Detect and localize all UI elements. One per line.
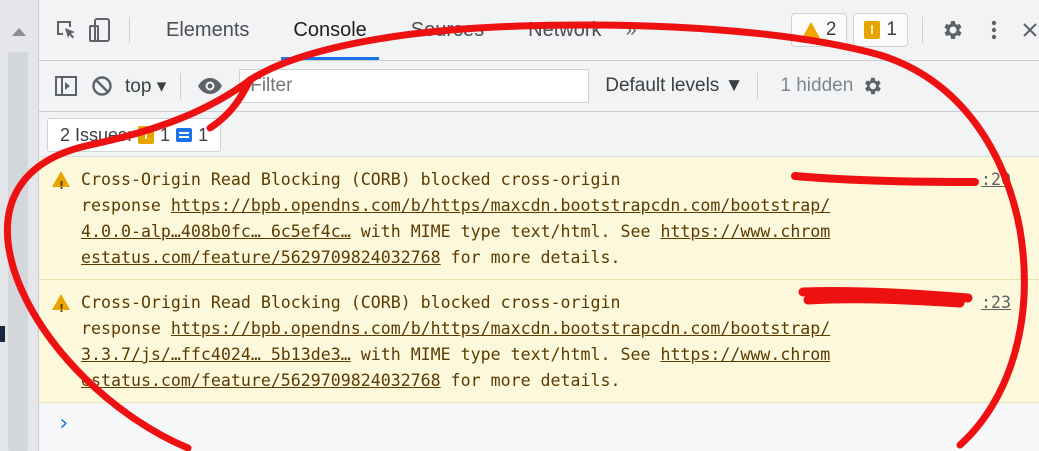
warning-icon [52,294,70,322]
filter-input[interactable] [239,69,590,103]
console-prompt[interactable]: › [39,403,1039,444]
issues-info-count: 1 [198,124,209,145]
toolbar-separator [757,73,759,99]
issue-flag-icon [864,21,881,39]
message-text: response [81,319,171,338]
tab-sources[interactable]: Sources [389,0,506,60]
line-marker [0,326,5,342]
more-options-icon[interactable] [979,15,1009,45]
more-tabs-icon[interactable]: » [626,19,637,42]
message-text: for more details. [440,371,621,390]
console-warning-message: :20 Cross-Origin Read Blocking (CORB) bl… [39,157,1039,280]
issues-count: 1 [886,19,897,40]
issues-label: 2 Issues: [60,124,133,145]
warnings-count: 2 [825,19,837,40]
settings-gear-icon[interactable] [937,15,967,45]
info-message-icon [176,128,193,142]
context-selector[interactable]: top ▾ [125,75,166,98]
issue-flag-icon [138,126,155,144]
tab-network[interactable]: Network [506,0,623,60]
message-text: response [81,196,171,215]
toolbar-separator [129,17,130,43]
warnings-counter[interactable]: 2 [790,13,848,47]
blocked-url-link[interactable]: https://bpb.opendns.com/b/https/maxcdn.b… [171,196,830,215]
devtools-panel: Elements Console Sources Network » 2 1 t… [39,0,1039,451]
devtools-tabbar: Elements Console Sources Network » 2 1 [39,0,1039,61]
message-text: for more details. [440,248,621,267]
scroll-up-arrow-icon[interactable] [12,28,26,36]
issues-counter[interactable]: 1 [853,13,908,47]
toolbar-separator [180,73,182,99]
blocked-url-link-cont[interactable]: 4.0.0-alp…408b0fc… 6c5ef4c… [81,222,351,241]
editor-scrollbar[interactable] [0,0,39,451]
console-toolbar: top ▾ Default levels ▼ 1 hidden [39,61,1039,112]
message-text: with MIME type text/html. See [350,222,661,241]
scrollbar-thumb[interactable] [8,52,28,451]
blocked-url-link[interactable]: https://bpb.opendns.com/b/https/maxcdn.b… [171,319,830,338]
console-settings-gear-icon[interactable] [857,71,887,101]
clear-console-icon[interactable] [87,71,117,101]
close-icon[interactable] [1015,15,1039,45]
sidebar-toggle-icon[interactable] [51,71,81,101]
blocked-url-link-cont[interactable]: 3.3.7/js/…ffc4024… 5b13de3… [81,345,351,364]
issues-chip[interactable]: 2 Issues: 1 1 [47,118,222,152]
toolbar-separator [922,17,923,43]
chromestatus-link[interactable]: https://www.chrom [660,345,830,364]
message-source-link[interactable]: :23 [981,290,1011,316]
chromestatus-link-cont[interactable]: estatus.com/feature/5629709824032768 [81,248,441,267]
tab-elements[interactable]: Elements [144,0,271,60]
tab-console[interactable]: Console [271,0,388,60]
hidden-messages-count: 1 hidden [780,75,854,96]
message-text: Cross-Origin Read Blocking (CORB) blocke… [81,170,621,189]
message-text: with MIME type text/html. See [350,345,661,364]
chromestatus-link[interactable]: https://www.chrom [660,222,830,241]
live-expression-eye-icon[interactable] [195,71,225,101]
console-warning-message: :23 Cross-Origin Read Blocking (CORB) bl… [39,280,1039,403]
issues-warning-count: 1 [160,124,171,145]
warning-icon [801,22,820,38]
device-toolbar-icon[interactable] [85,15,115,45]
log-levels-dropdown[interactable]: Default levels ▼ [605,75,743,97]
console-log: :20 Cross-Origin Read Blocking (CORB) bl… [39,157,1039,451]
warning-icon [52,171,70,199]
issues-bar: 2 Issues: 1 1 [39,112,1039,157]
message-text: Cross-Origin Read Blocking (CORB) blocke… [81,293,621,312]
message-source-link[interactable]: :20 [981,167,1011,193]
chromestatus-link-cont[interactable]: estatus.com/feature/5629709824032768 [81,371,441,390]
inspect-element-icon[interactable] [51,15,81,45]
